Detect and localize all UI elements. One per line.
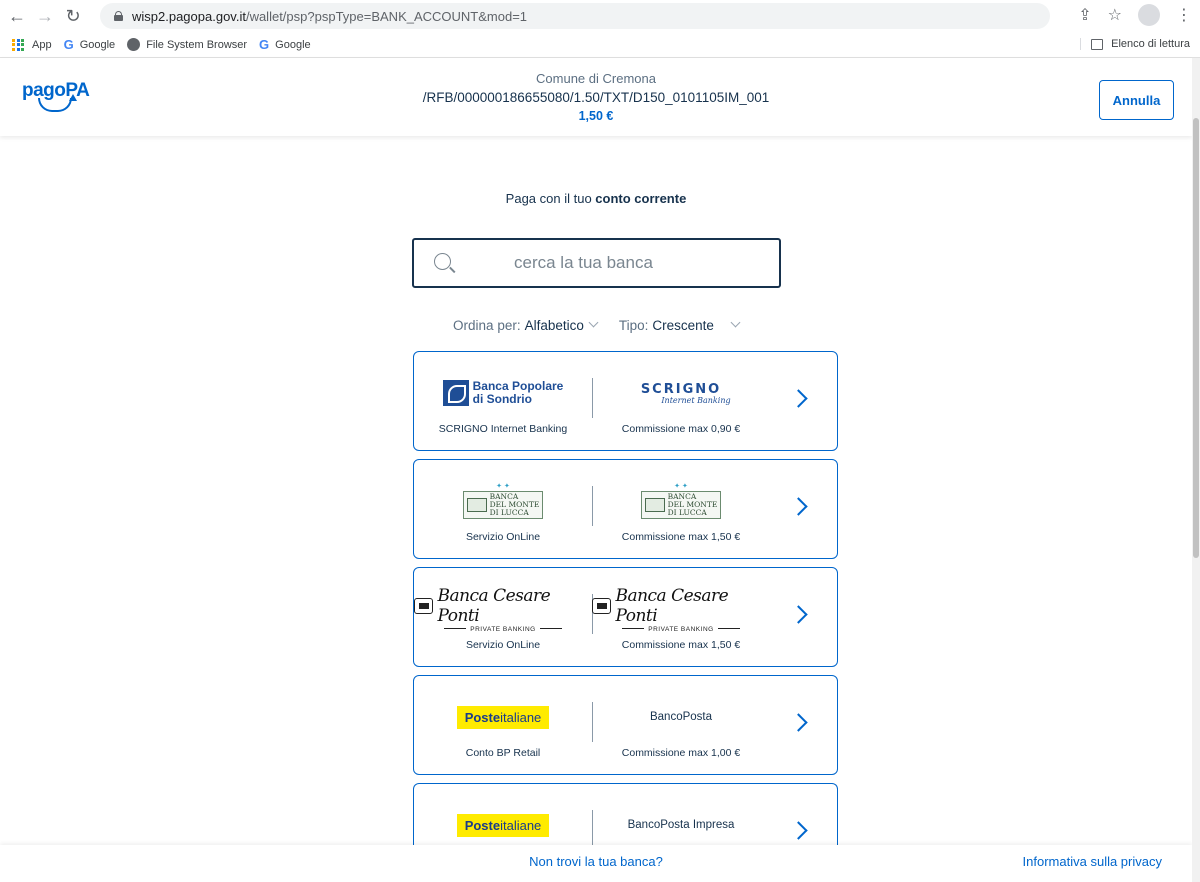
fee-text: Commissione max 1,50 € (621, 531, 741, 543)
bps-logo-icon (442, 380, 469, 406)
reading-list-icon (1091, 38, 1104, 50)
payment-amount: 1,50 € (578, 109, 614, 123)
bank-logo: Banca Popolare di Sondrio (414, 376, 592, 410)
bank-list: Banca Popolare di Sondrio SCRIGNO Interne… (413, 351, 838, 861)
menu-icon[interactable]: ⋮ (1176, 5, 1192, 25)
apps-icon (12, 38, 24, 51)
bookmark-google[interactable]: G Google (64, 37, 116, 52)
payment-subject: /RFB/000000186655080/1.50/TXT/D150_01011… (422, 90, 770, 105)
service-logo: BancoPosta Impresa (627, 819, 735, 831)
service-column: SCRIGNO Internet Banking Commissione max… (592, 352, 770, 450)
bank-column: Banca Cesare Ponti PRIVATE BANKING Servi… (414, 568, 592, 666)
service-column: BancoPosta Commissione max 1,00 € (592, 676, 770, 774)
service-logo: SCRIGNO Internet Banking (640, 381, 731, 405)
bank-column: Posteitaliane Conto BP Retail (414, 676, 592, 774)
service-logo: BancoPosta (649, 711, 712, 723)
google-icon: G (259, 37, 270, 52)
bank-logo: Posteitaliane (414, 808, 592, 842)
bank-caption: Conto BP Retail (465, 747, 541, 759)
url-host: wisp2.pagopa.gov.it (132, 8, 246, 24)
chevron-down-icon (730, 317, 741, 328)
chevron-right-icon[interactable] (789, 497, 808, 516)
bank-caption: SCRIGNO Internet Banking (438, 423, 568, 435)
bookmark-apps[interactable]: App (12, 38, 52, 51)
ponti-logo-icon (592, 597, 612, 614)
order-by-select[interactable]: Ordina per: Alfabetico (453, 317, 599, 333)
bank-logo: Posteitaliane (414, 700, 592, 734)
search-input[interactable] (514, 240, 764, 286)
bank-card[interactable]: Posteitaliane BancoPosta Impresa (413, 783, 838, 853)
bank-card[interactable]: ✦ ✦ BANCA DEL MONTE DI LUCCA Servizio OnLi… (413, 459, 838, 559)
poste-logo: Posteitaliane (456, 813, 550, 837)
cancel-button[interactable]: Annulla (1099, 80, 1174, 120)
fee-text: Commissione max 0,90 € (621, 423, 741, 435)
browser-actions: ⇪ ☆ ⋮ (1078, 4, 1192, 26)
payment-summary: Comune di Cremona /RFB/000000186655080/1… (0, 69, 1192, 126)
chevron-right-icon[interactable] (789, 389, 808, 408)
bank-column: ✦ ✦ BANCA DEL MONTE DI LUCCA Servizio OnLi… (414, 460, 592, 558)
footer: Non trovi la tua banca? Informativa sull… (0, 845, 1192, 882)
scroll-thumb[interactable] (1193, 118, 1199, 558)
share-icon[interactable]: ⇪ (1078, 5, 1091, 25)
bank-logo: Banca Cesare Ponti PRIVATE BANKING (414, 586, 592, 633)
bank-caption: Servizio OnLine (465, 639, 541, 651)
reload-icon[interactable]: ↻ (62, 5, 84, 27)
bank-not-found-link[interactable]: Non trovi la tua banca? (0, 854, 1192, 869)
bank-column: Banca Popolare di Sondrio SCRIGNO Interne… (414, 352, 592, 450)
service-logo: ✦ ✦ BANCA DEL MONTE DI LUCCA (592, 483, 770, 519)
forward-icon[interactable]: → (34, 5, 56, 27)
fee-text: Commissione max 1,50 € (621, 639, 741, 651)
fee-text: Commissione max 1,00 € (621, 747, 741, 759)
service-logo: Banca Cesare Ponti PRIVATE BANKING (592, 586, 770, 633)
privacy-link[interactable]: Informativa sulla privacy (1023, 854, 1162, 869)
search-field[interactable] (412, 238, 781, 288)
chevron-right-icon[interactable] (789, 605, 808, 624)
bank-caption: Servizio OnLine (465, 531, 541, 543)
bookmarks-bar: App G Google File System Browser G Googl… (0, 32, 1200, 58)
service-column: ✦ ✦ BANCA DEL MONTE DI LUCCA Commissione m… (592, 460, 770, 558)
bank-column: Posteitaliane (414, 784, 592, 853)
service-column: Banca Cesare Ponti PRIVATE BANKING Commi… (592, 568, 770, 666)
profile-icon[interactable] (1138, 4, 1160, 26)
google-icon: G (63, 37, 74, 52)
scrollbar[interactable] (1192, 58, 1200, 882)
back-icon[interactable]: ← (6, 5, 28, 27)
search-icon (434, 253, 451, 270)
chevron-down-icon (588, 317, 599, 328)
sort-controls: Ordina per: Alfabetico Tipo: Crescente (0, 317, 1192, 333)
bookmark-file-system-browser[interactable]: File System Browser (127, 38, 247, 51)
address-bar[interactable]: wisp2.pagopa.gov.it/wallet/psp?pspType=B… (100, 3, 1050, 29)
page-title: Paga con il tuo conto corrente (505, 191, 687, 206)
bank-card[interactable]: Banca Popolare di Sondrio SCRIGNO Interne… (413, 351, 838, 451)
service-column: BancoPosta Impresa (592, 784, 770, 853)
sort-type-select[interactable]: Tipo: Crescente (619, 317, 741, 333)
globe-icon (127, 38, 141, 51)
ponti-logo-icon (414, 597, 434, 614)
bank-logo: ✦ ✦ BANCA DEL MONTE DI LUCCA (414, 483, 592, 519)
bank-card[interactable]: Banca Cesare Ponti PRIVATE BANKING Servi… (413, 567, 838, 667)
lock-icon (114, 11, 123, 21)
lucca-logo-icon (466, 498, 487, 512)
bookmark-google-2[interactable]: G Google (259, 37, 311, 52)
bank-card[interactable]: Posteitaliane Conto BP Retail BancoPosta… (413, 675, 838, 775)
star-icon[interactable]: ☆ (1108, 5, 1122, 25)
url-path: /wallet/psp?pspType=BANK_ACCOUNT&mod=1 (245, 8, 528, 24)
creditor-entity: Comune di Cremona (536, 71, 656, 86)
app-header: pagoPA Comune di Cremona /RFB/0000001866… (0, 58, 1192, 136)
poste-logo: Posteitaliane (456, 705, 550, 729)
browser-toolbar: ← → ↻ wisp2.pagopa.gov.it/wallet/psp?psp… (0, 0, 1200, 32)
lucca-logo-icon (644, 498, 665, 512)
chevron-right-icon[interactable] (789, 821, 808, 840)
chevron-right-icon[interactable] (789, 713, 808, 732)
reading-list-button[interactable]: Elenco di lettura (1080, 38, 1190, 50)
